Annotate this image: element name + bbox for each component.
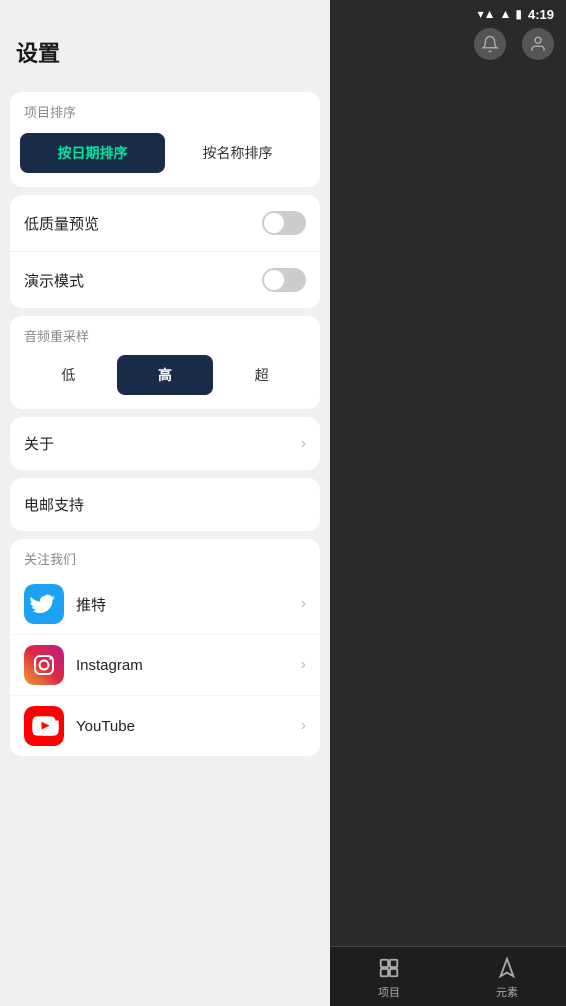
audio-ultra-button[interactable]: 超 [213, 355, 310, 395]
nav-elements[interactable]: 元素 [493, 954, 521, 1000]
email-support-row[interactable]: 电邮支持 [10, 478, 320, 531]
audio-label: 音频重采样 [20, 326, 310, 355]
nav-projects[interactable]: 项目 [375, 954, 403, 1000]
status-icons: ▾▲ ▲ ▮ [478, 7, 522, 21]
twitter-name: 推特 [76, 594, 301, 615]
youtube-icon [24, 706, 64, 746]
toggle-low-quality-label: 低质量预览 [24, 213, 99, 234]
signal-icon: ▲ [499, 7, 511, 21]
instagram-name: Instagram [76, 657, 301, 674]
youtube-name: YouTube [76, 718, 301, 735]
toggle-row-demo-mode: 演示模式 [10, 252, 320, 308]
sort-buttons-group: 按日期排序 按名称排序 [10, 127, 320, 187]
sort-label: 项目排序 [10, 92, 320, 127]
status-time: 4:19 [528, 7, 554, 22]
instagram-icon-wrap [24, 645, 64, 685]
nav-projects-label: 项目 [378, 984, 400, 1000]
about-row[interactable]: 关于 › [10, 417, 320, 470]
twitter-chevron-icon: › [301, 595, 306, 613]
toggle-section: 低质量预览 演示模式 [10, 195, 320, 308]
instagram-icon [24, 645, 64, 685]
status-bar: ▾▲ ▲ ▮ 4:19 [0, 0, 566, 28]
sort-by-name-button[interactable]: 按名称排序 [165, 133, 310, 173]
toggle-demo-mode-label: 演示模式 [24, 270, 84, 291]
audio-high-button[interactable]: 高 [117, 355, 214, 395]
projects-icon [375, 954, 403, 982]
bottom-nav: 项目 元素 [330, 946, 566, 1006]
twitter-row[interactable]: 推特 › [10, 574, 320, 635]
audio-low-button[interactable]: 低 [20, 355, 117, 395]
follow-label: 关注我们 [10, 539, 320, 574]
about-section: 关于 › [10, 417, 320, 470]
email-support-section: 电邮支持 [10, 478, 320, 531]
follow-section: 关注我们 推特 › [10, 539, 320, 756]
youtube-row[interactable]: YouTube › [10, 696, 320, 756]
about-label: 关于 [24, 433, 54, 454]
twitter-icon [24, 584, 64, 624]
youtube-chevron-icon: › [301, 717, 306, 735]
instagram-row[interactable]: Instagram › [10, 635, 320, 696]
toggle-row-low-quality: 低质量预览 [10, 195, 320, 252]
about-chevron-icon: › [301, 435, 306, 453]
user-icon[interactable] [522, 28, 554, 60]
right-panel: 项目 元素 [330, 0, 566, 1006]
elements-icon [493, 954, 521, 982]
nav-elements-label: 元素 [496, 984, 518, 1000]
toggle-low-quality-switch[interactable] [262, 211, 306, 235]
toggle-demo-mode-switch[interactable] [262, 268, 306, 292]
audio-section: 音频重采样 低 高 超 [10, 316, 320, 409]
battery-icon: ▮ [515, 7, 522, 21]
instagram-chevron-icon: › [301, 656, 306, 674]
sort-by-date-button[interactable]: 按日期排序 [20, 133, 165, 173]
bell-icon[interactable] [474, 28, 506, 60]
wifi-icon: ▾▲ [478, 7, 496, 21]
right-top-icons [474, 28, 554, 60]
email-support-label: 电邮支持 [24, 494, 84, 515]
audio-buttons-group: 低 高 超 [20, 355, 310, 395]
sort-section: 项目排序 按日期排序 按名称排序 [10, 92, 320, 187]
youtube-icon-wrap [24, 706, 64, 746]
settings-panel: 设置 项目排序 按日期排序 按名称排序 低质量预览 演示模式 音频重采样 低 高… [0, 0, 330, 1006]
twitter-icon-wrap [24, 584, 64, 624]
